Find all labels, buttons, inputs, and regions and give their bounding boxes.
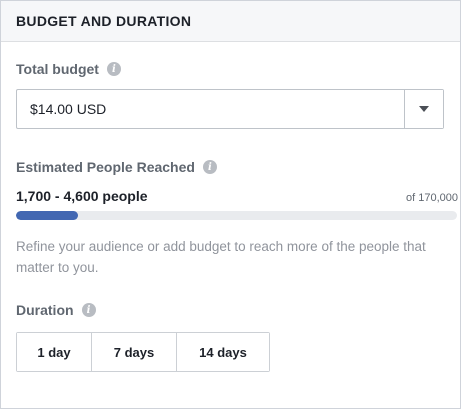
duration-button-group: 1 day 7 days 14 days (16, 332, 270, 372)
reach-progress-fill (16, 211, 78, 220)
total-budget-value[interactable]: $14.00 USD (17, 101, 404, 117)
estimated-reach-label: Estimated People Reached (16, 159, 195, 175)
info-icon[interactable]: i (81, 303, 96, 317)
duration-label: Duration (16, 302, 74, 318)
panel-title: BUDGET AND DURATION (16, 13, 192, 29)
budget-dropdown-button[interactable] (404, 90, 443, 128)
duration-7-days-button[interactable]: 7 days (92, 333, 177, 371)
estimated-reach-row: 1,700 - 4,600 people of 170,000 (16, 188, 458, 204)
caret-down-icon (419, 106, 429, 112)
estimated-reach-value: 1,700 - 4,600 people (16, 188, 148, 204)
reach-progress-track (16, 211, 457, 220)
total-budget-label-row: Total budget i (16, 61, 121, 77)
estimated-reach-label-row: Estimated People Reached i (16, 159, 217, 175)
info-icon[interactable]: i (202, 160, 217, 174)
duration-label-row: Duration i (16, 302, 96, 318)
estimated-reach-max: of 170,000 (406, 192, 458, 204)
panel-header: BUDGET AND DURATION (1, 1, 460, 42)
total-budget-label: Total budget (16, 61, 99, 77)
budget-duration-panel: BUDGET AND DURATION Total budget i $14.0… (0, 0, 461, 409)
info-icon[interactable]: i (106, 62, 121, 76)
duration-1-day-button[interactable]: 1 day (17, 333, 92, 371)
total-budget-select[interactable]: $14.00 USD (16, 89, 444, 129)
reach-hint-text: Refine your audience or add budget to re… (16, 239, 426, 275)
duration-14-days-button[interactable]: 14 days (177, 333, 269, 371)
